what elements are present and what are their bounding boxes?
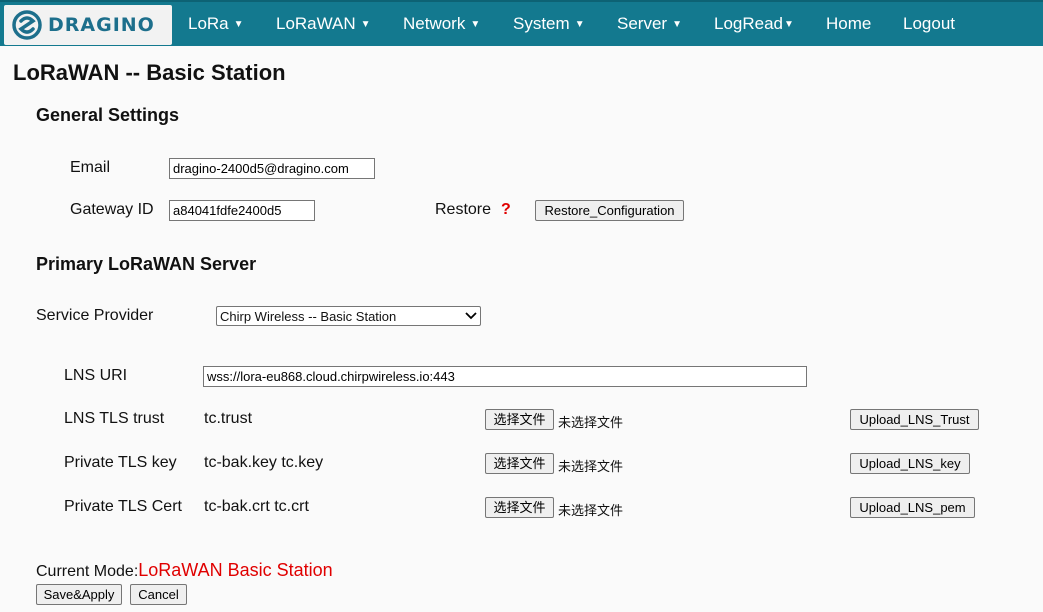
current-mode: Current Mode:LoRaWAN Basic Station	[36, 560, 333, 581]
nav-home-label: Home	[826, 14, 872, 33]
logo-text: DRAGINO	[48, 14, 155, 36]
choose-file-button[interactable]: 选择文件	[485, 409, 554, 430]
general-settings-heading: General Settings	[36, 105, 180, 125]
nav-network-label: Network	[403, 14, 466, 33]
nav-server-label: Server	[617, 14, 668, 33]
nav-logread[interactable]: LogRead▼	[714, 2, 794, 46]
current-mode-label: Current Mode:	[36, 563, 139, 580]
nav-system-label: System	[513, 14, 570, 33]
private-tls-cert-label: Private TLS Cert	[64, 498, 182, 515]
restore-configuration-button[interactable]: Restore_Configuration	[535, 200, 684, 221]
nav-lora[interactable]: LoRa ▼	[188, 2, 244, 46]
nav-lorawan[interactable]: LoRaWAN ▼	[276, 2, 371, 46]
chevron-down-icon	[465, 312, 477, 320]
nav-logout-label: Logout	[903, 14, 955, 33]
top-navbar: DRAGINO LoRa ▼ LoRaWAN ▼ Network ▼ System ▼ …	[0, 0, 1043, 46]
service-provider-select[interactable]: Chirp Wireless -- Basic Station	[216, 306, 481, 326]
choose-file-button[interactable]: 选择文件	[485, 497, 554, 518]
nav-logread-label: LogRead	[714, 14, 784, 33]
nav-lorawan-label: LoRaWAN	[276, 14, 356, 33]
nav-logout[interactable]: Logout	[903, 2, 955, 46]
choose-file-button[interactable]: 选择文件	[485, 453, 554, 474]
caret-down-icon: ▼	[233, 19, 244, 30]
help-icon[interactable]: ?	[501, 201, 511, 219]
nav-network[interactable]: Network ▼	[403, 2, 480, 46]
lns-uri-label: LNS URI	[64, 367, 128, 384]
dragino-logo[interactable]: DRAGINO	[4, 5, 172, 45]
lns-tls-trust-files: tc.trust	[204, 410, 253, 427]
lns-tls-trust-label: LNS TLS trust	[64, 410, 165, 427]
caret-down-icon: ▼	[470, 19, 481, 30]
upload-lns-trust-button[interactable]: Upload_LNS_Trust	[850, 409, 979, 430]
no-file-selected-text: 未选择文件	[558, 504, 624, 519]
restore-label: Restore	[435, 201, 492, 218]
dragino-logo-icon	[12, 10, 42, 40]
email-field[interactable]	[169, 158, 375, 179]
gateway-id-field[interactable]	[169, 200, 315, 221]
no-file-selected-text: 未选择文件	[558, 416, 624, 431]
private-tls-key-label: Private TLS key	[64, 454, 177, 471]
gateway-id-label: Gateway ID	[70, 201, 154, 218]
upload-lns-pem-button[interactable]: Upload_LNS_pem	[850, 497, 975, 518]
no-file-selected-text: 未选择文件	[558, 460, 624, 475]
nav-home[interactable]: Home	[826, 2, 871, 46]
nav-lora-label: LoRa	[188, 14, 229, 33]
save-apply-button[interactable]: Save&Apply	[36, 584, 122, 605]
private-tls-key-files: tc-bak.key tc.key	[204, 454, 324, 471]
nav-system[interactable]: System ▼	[513, 2, 585, 46]
private-tls-cert-files: tc-bak.crt tc.crt	[204, 498, 309, 515]
caret-down-icon: ▼	[784, 19, 794, 30]
email-label: Email	[70, 159, 111, 176]
nav-server[interactable]: Server ▼	[617, 2, 682, 46]
cancel-button[interactable]: Cancel	[130, 584, 187, 605]
caret-down-icon: ▼	[672, 19, 682, 30]
current-mode-value: LoRaWAN Basic Station	[138, 560, 333, 580]
page-title: LoRaWAN -- Basic Station	[13, 60, 286, 85]
lns-uri-field[interactable]	[203, 366, 807, 387]
service-provider-value: Chirp Wireless -- Basic Station	[220, 308, 397, 324]
caret-down-icon: ▼	[360, 19, 371, 30]
upload-lns-key-button[interactable]: Upload_LNS_key	[850, 453, 970, 474]
service-provider-label: Service Provider	[36, 307, 154, 324]
caret-down-icon: ▼	[574, 19, 585, 30]
primary-server-heading: Primary LoRaWAN Server	[36, 254, 257, 274]
